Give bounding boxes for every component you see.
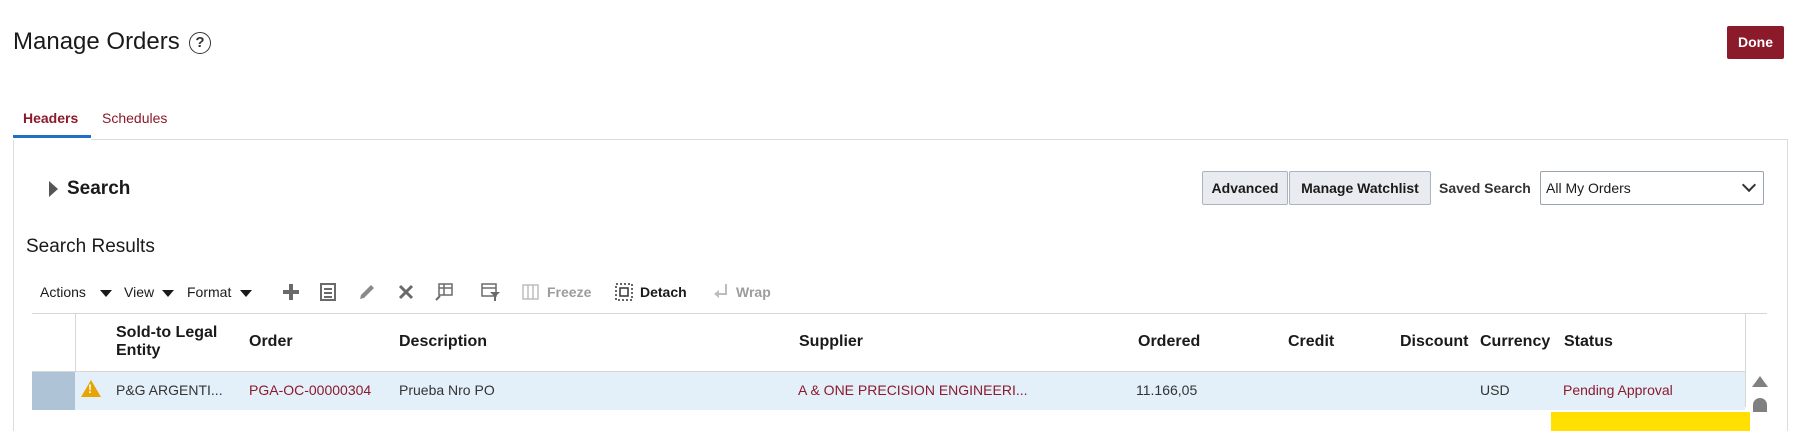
panel-border-left [13, 140, 14, 431]
panel-border-right [1787, 140, 1788, 431]
column-separator [75, 314, 76, 371]
column-header-currency[interactable]: Currency [1480, 333, 1550, 351]
actions-caret-icon[interactable] [100, 290, 112, 297]
edit-record-icon[interactable] [318, 282, 338, 302]
query-by-example-icon[interactable] [481, 282, 501, 302]
column-header-order[interactable]: Order [249, 333, 293, 351]
tab-schedules[interactable]: Schedules [102, 110, 167, 126]
table-top-border [32, 313, 1767, 314]
column-header-supplier[interactable]: Supplier [799, 333, 863, 351]
advanced-button[interactable]: Advanced [1202, 171, 1288, 205]
wrap-icon [711, 282, 731, 302]
scrollbar-thumb[interactable] [1753, 398, 1767, 412]
cell-order-link[interactable]: PGA-OC-00000304 [249, 382, 371, 398]
delete-icon[interactable] [396, 282, 416, 302]
scroll-up-arrow-icon[interactable] [1752, 376, 1768, 387]
column-header-status[interactable]: Status [1564, 333, 1613, 351]
view-menu[interactable]: View [124, 284, 154, 300]
warning-icon-mark: ! [88, 382, 92, 396]
column-header-credit[interactable]: Credit [1288, 333, 1334, 351]
cell-sold-to: P&G ARGENTI... [116, 382, 223, 398]
detach-icon[interactable] [614, 282, 634, 302]
search-section-title[interactable]: Search [67, 178, 130, 200]
expand-search-icon[interactable] [49, 181, 58, 197]
view-caret-icon[interactable] [162, 290, 174, 297]
wrap-button: Wrap [736, 284, 771, 300]
pencil-icon[interactable] [357, 282, 377, 302]
saved-search-label: Saved Search [1439, 180, 1531, 196]
add-icon[interactable] [281, 282, 301, 302]
cell-ordered: 11.166,05 [1136, 382, 1198, 398]
freeze-icon [521, 282, 541, 302]
saved-search-value: All My Orders [1546, 180, 1631, 196]
search-results-title: Search Results [26, 236, 155, 257]
done-button[interactable]: Done [1727, 26, 1784, 59]
columns-icon[interactable] [434, 282, 454, 302]
column-header-sold-to-line1[interactable]: Sold-to Legal [116, 324, 217, 342]
row-selector[interactable] [32, 372, 75, 410]
actions-menu[interactable]: Actions [40, 284, 86, 300]
column-header-sold-to-line2[interactable]: Entity [116, 342, 160, 360]
column-header-ordered[interactable]: Ordered [1138, 333, 1200, 351]
cell-currency: USD [1480, 382, 1510, 398]
scrollbar-divider [1745, 314, 1746, 407]
highlight-marker [1551, 412, 1750, 431]
detach-button[interactable]: Detach [640, 284, 687, 300]
help-icon[interactable]: ? [189, 32, 211, 54]
cell-description: Prueba Nro PO [399, 382, 495, 398]
freeze-button: Freeze [547, 284, 592, 300]
column-header-discount[interactable]: Discount [1400, 333, 1468, 351]
cell-supplier-link[interactable]: A & ONE PRECISION ENGINEERI... [798, 382, 1028, 398]
column-header-description[interactable]: Description [399, 333, 487, 351]
tab-headers[interactable]: Headers [23, 110, 78, 126]
format-menu[interactable]: Format [187, 284, 231, 300]
page-title: Manage Orders [13, 28, 180, 55]
tab-divider [91, 139, 1788, 140]
manage-watchlist-button[interactable]: Manage Watchlist [1289, 171, 1431, 205]
cell-status-link[interactable]: Pending Approval [1563, 382, 1673, 398]
format-caret-icon[interactable] [240, 290, 252, 297]
active-tab-indicator [13, 135, 91, 138]
